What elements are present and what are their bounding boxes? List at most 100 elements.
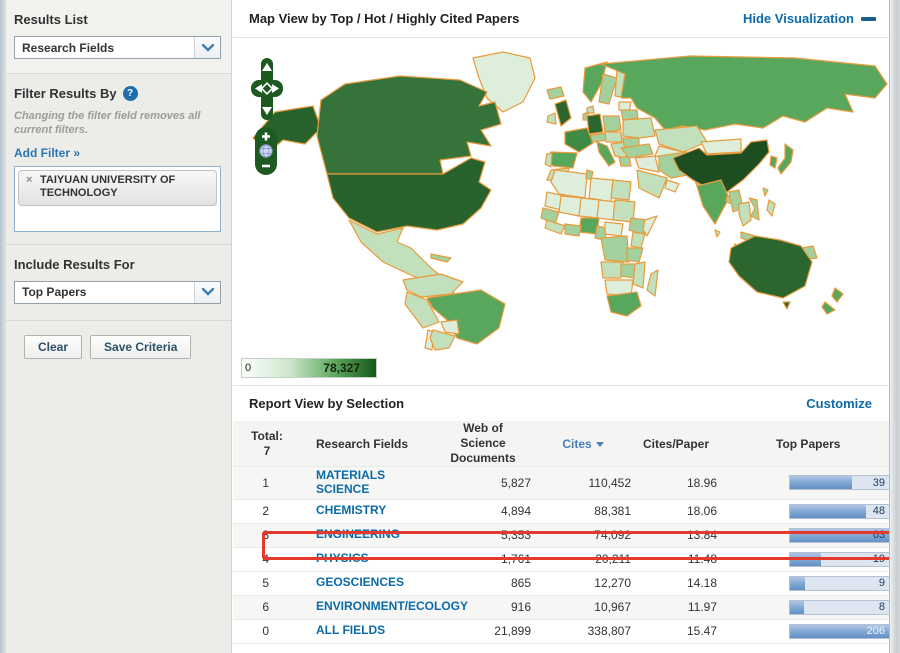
- field-cell: CHEMISTRY: [301, 499, 433, 523]
- top-papers-cell: 19: [719, 547, 900, 571]
- top-papers-bar: 63: [789, 527, 900, 543]
- cites-cell: 20,211: [595, 552, 631, 567]
- field-link[interactable]: ALL FIELDS: [316, 623, 385, 637]
- country-egypt[interactable]: [610, 179, 632, 201]
- report-view-title: Report View by Selection: [249, 396, 405, 411]
- top-papers-bar: 48: [789, 503, 900, 519]
- hide-visualization-link[interactable]: Hide Visualization: [743, 11, 876, 26]
- filter-note: Changing the filter field removes all cu…: [14, 110, 201, 137]
- country-germany[interactable]: [586, 113, 604, 135]
- bar-value: 9: [878, 577, 885, 590]
- bar-value: 206: [866, 625, 885, 638]
- cites-label: Cites: [562, 436, 592, 451]
- bar-value: 48: [872, 505, 885, 518]
- cites-cell: 10,967: [594, 600, 631, 615]
- country-new-zealand[interactable]: [821, 301, 836, 315]
- country-mongolia[interactable]: [700, 138, 742, 155]
- top-papers-bar: 8: [789, 599, 900, 615]
- field-link[interactable]: CHEMISTRY: [316, 503, 386, 517]
- filter-section: Filter Results By ? Changing the filter …: [6, 74, 231, 245]
- top-papers-cell: 9: [719, 571, 900, 595]
- filter-chip: × TAIYUAN UNIVERSITY OF TECHNOLOGY: [18, 169, 217, 207]
- bar-fill: [790, 600, 804, 614]
- cites-cell: 12,270: [594, 576, 631, 591]
- column-cites-sort[interactable]: Cites: [533, 421, 633, 467]
- country-japan[interactable]: [777, 143, 794, 175]
- bar-value: 8: [878, 601, 885, 614]
- table-row: 0 ALL FIELDS 21,899 338,807 15.47 206: [233, 619, 900, 644]
- field-link[interactable]: ENVIRONMENT/ECOLOGY: [316, 599, 468, 613]
- hide-visualization-label: Hide Visualization: [742, 11, 854, 26]
- field-link[interactable]: GEOSCIENCES: [316, 575, 404, 589]
- table-row: 2 CHEMISTRY 4,894 88,381 18.06 48: [233, 499, 900, 523]
- field-link[interactable]: MATERIALS SCIENCE: [316, 468, 385, 496]
- report-table-wrap: Total: 7 Research Fields Web of Science …: [233, 421, 900, 644]
- cites-cell: 74,092: [594, 528, 631, 543]
- docs-cell: 5,353: [500, 528, 531, 543]
- docs-cell: 1,761: [500, 552, 531, 567]
- country-india[interactable]: [696, 179, 730, 225]
- report-view-header: Report View by Selection Customize: [233, 386, 900, 421]
- country-australia[interactable]: [728, 235, 813, 299]
- map-view-title: Map View by Top / Hot / Highly Cited Pap…: [249, 11, 520, 26]
- rank-cell: 1: [262, 475, 269, 490]
- map-zoom-control[interactable]: [254, 126, 278, 176]
- world-map[interactable]: [235, 40, 895, 352]
- cites-per-paper-cell: 18.06: [686, 504, 717, 519]
- cites-per-paper-cell: 11.97: [687, 600, 717, 615]
- include-results-dropdown[interactable]: Top Papers: [14, 280, 221, 304]
- results-list-section: Results List Research Fields: [6, 0, 231, 74]
- save-criteria-button[interactable]: Save Criteria: [90, 334, 192, 359]
- cites-cell: 110,452: [588, 475, 632, 490]
- clear-button[interactable]: Clear: [24, 334, 83, 359]
- include-results-value: Top Papers: [22, 285, 87, 300]
- cites-cell: 88,381: [594, 504, 631, 519]
- cites-per-paper-cell: 14.18: [686, 576, 717, 591]
- map-color-legend: 0 78,327: [241, 358, 377, 378]
- field-link[interactable]: ENGINEERING: [316, 527, 400, 541]
- field-cell: PHYSICS: [301, 547, 433, 571]
- map-pan-control[interactable]: [249, 58, 285, 122]
- column-wos-documents: Web of Science Documents: [450, 421, 516, 465]
- top-papers-cell: 39: [719, 467, 900, 500]
- top-papers-bar: 206: [789, 623, 900, 639]
- include-results-heading: Include Results For: [14, 256, 135, 272]
- top-papers-cell: 8: [719, 595, 900, 619]
- chevron-down-icon: [194, 37, 220, 58]
- report-table-body: 1 MATERIALS SCIENCE 5,827 110,452 18.96 39 2 CH…: [233, 466, 900, 644]
- country-greenland[interactable]: [472, 51, 536, 113]
- help-icon[interactable]: ?: [122, 86, 138, 101]
- customize-link[interactable]: Customize: [806, 396, 872, 411]
- bar-value: 19: [872, 553, 885, 566]
- main-panel: Map View by Top / Hot / Highly Cited Pap…: [233, 0, 900, 653]
- country-uk[interactable]: [554, 99, 572, 127]
- collapse-icon: [861, 16, 876, 21]
- bar-value: 63: [872, 529, 885, 542]
- top-papers-cell: 63: [719, 523, 900, 547]
- rank-cell: 4: [262, 552, 269, 567]
- field-cell: MATERIALS SCIENCE: [301, 467, 433, 500]
- table-row: 3 ENGINEERING 5,353 74,092 13.84 63: [233, 523, 900, 548]
- legend-max-value: 78,327: [323, 361, 360, 375]
- bar-value: 39: [872, 476, 885, 489]
- field-link[interactable]: PHYSICS: [316, 551, 369, 565]
- add-filter-link[interactable]: Add Filter »: [14, 146, 80, 160]
- top-papers-bar: 9: [789, 575, 900, 591]
- table-header-row: Total: 7 Research Fields Web of Science …: [233, 421, 900, 467]
- remove-filter-icon[interactable]: ×: [26, 174, 32, 188]
- cites-per-paper-cell: 18.96: [686, 475, 717, 490]
- globe-icon: [259, 144, 273, 158]
- country-mexico[interactable]: [348, 219, 442, 283]
- country-south-africa[interactable]: [606, 291, 642, 317]
- chevron-down-icon: [194, 281, 220, 303]
- active-filters-box: × TAIYUAN UNIVERSITY OF TECHNOLOGY: [14, 165, 221, 232]
- field-cell: GEOSCIENCES: [301, 571, 433, 595]
- rank-cell: 5: [262, 576, 269, 591]
- column-cites-per-paper: Cites/Paper: [642, 436, 710, 451]
- results-list-dropdown[interactable]: Research Fields: [14, 36, 221, 59]
- vertical-scrollbar[interactable]: [889, 0, 900, 653]
- country-france[interactable]: [564, 127, 594, 153]
- include-results-section: Include Results For Top Papers: [6, 245, 231, 321]
- docs-cell: 21,899: [494, 624, 531, 639]
- field-cell: ENVIRONMENT/ECOLOGY: [301, 595, 468, 619]
